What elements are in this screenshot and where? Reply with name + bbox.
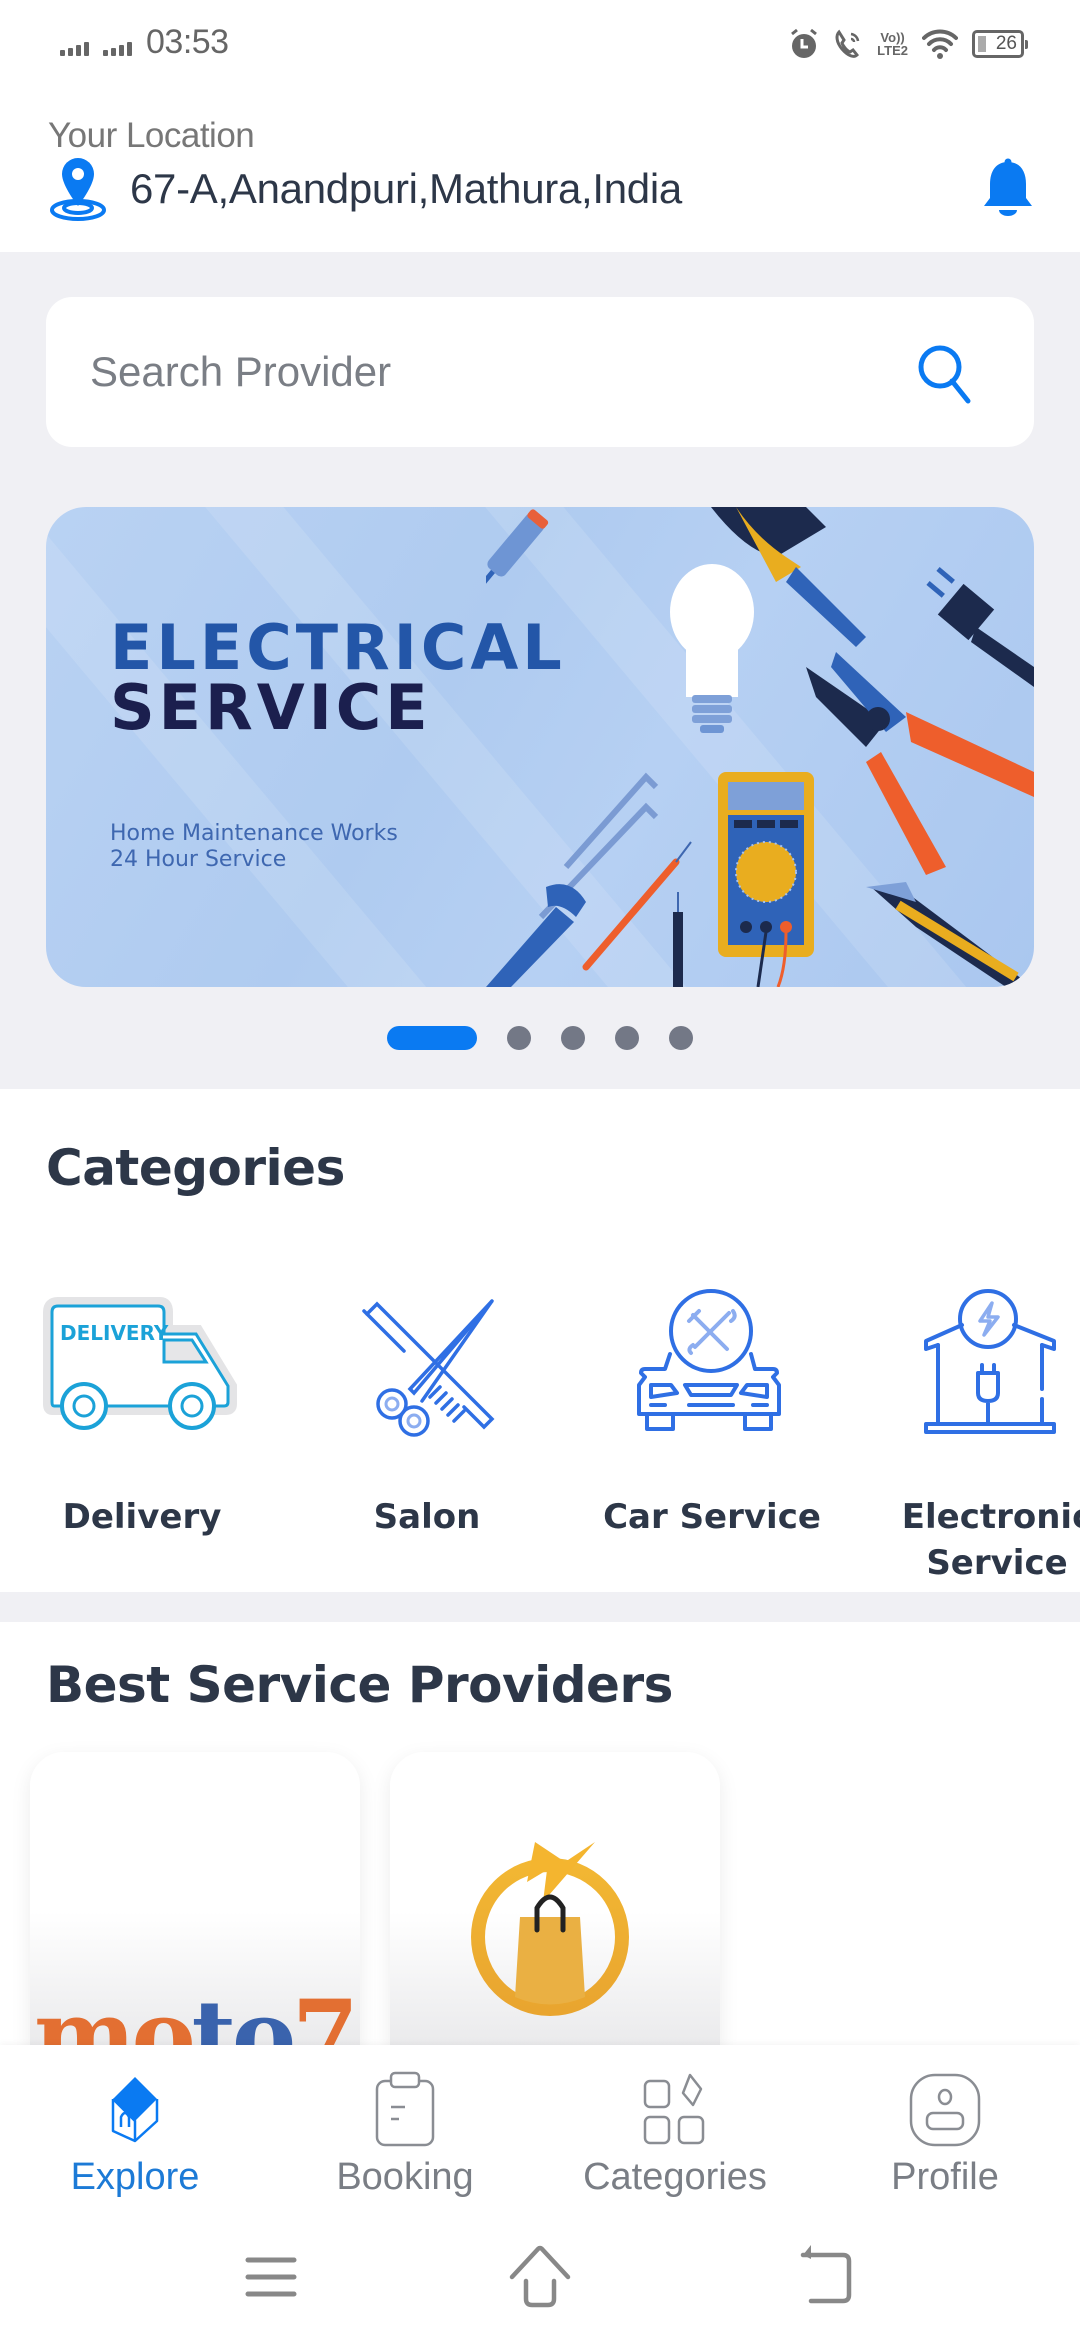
carousel-dot-5[interactable] xyxy=(669,1026,693,1050)
search-input[interactable] xyxy=(90,297,890,447)
clipboard-icon xyxy=(375,2071,435,2147)
nav-tab-profile[interactable]: Profile xyxy=(810,2069,1080,2199)
category-item-car-service[interactable]: Car Service xyxy=(592,1289,832,1540)
map-pin-icon xyxy=(50,158,106,221)
search-icon[interactable] xyxy=(912,341,978,407)
grid-icon xyxy=(643,2073,705,2145)
carousel-dot-2[interactable] xyxy=(507,1026,531,1050)
nav-label: Booking xyxy=(336,2156,474,2198)
categories-title: Categories xyxy=(46,1139,345,1197)
delivery-truck-icon: DELIVERY xyxy=(42,1289,242,1439)
scissors-comb-icon xyxy=(327,1289,527,1439)
category-item-salon[interactable]: Salon xyxy=(307,1289,547,1540)
profile-icon xyxy=(909,2073,981,2147)
car-service-icon xyxy=(612,1289,812,1439)
location-header: Your Location 67-A,Anandpuri,Mathura,Ind… xyxy=(0,90,1080,252)
nav-tab-booking[interactable]: Booking xyxy=(270,2069,540,2199)
search-bar xyxy=(46,297,1034,447)
volte-lte2-icon: Vo)) LTE2 xyxy=(877,31,908,57)
category-label: Car Service xyxy=(603,1497,821,1537)
banner-subtitle-line2: 24 Hour Service xyxy=(110,847,287,872)
banner-subtitle-line1: Home Maintenance Works xyxy=(110,821,398,846)
promo-banner[interactable]: ELECTRICAL SERVICE Home Maintenance Work… xyxy=(46,507,1034,987)
bell-icon[interactable] xyxy=(976,156,1040,222)
category-label-line1: Electronic xyxy=(901,1497,1080,1537)
delivery-icon-text: DELIVERY xyxy=(60,1321,169,1345)
alarm-icon xyxy=(791,28,818,58)
location-label: Your Location xyxy=(48,116,255,155)
location-value: 67-A,Anandpuri,Mathura,India xyxy=(130,165,682,212)
battery-level: 26 xyxy=(995,33,1017,54)
category-label: Delivery xyxy=(62,1497,222,1537)
nav-label: Profile xyxy=(891,2156,999,2198)
back-icon[interactable] xyxy=(775,2245,875,2325)
utility-knife-icon xyxy=(866,882,1026,987)
category-item-delivery[interactable]: DELIVERY Delivery xyxy=(22,1289,262,1540)
wrench-icon xyxy=(486,884,586,987)
house-electric-icon xyxy=(897,1289,1080,1439)
carousel-dot-3[interactable] xyxy=(561,1026,585,1050)
category-item-electronic-service[interactable]: Electronic Service xyxy=(877,1289,1080,1586)
wifi-calling-icon xyxy=(835,29,860,58)
multimeter-icon xyxy=(718,772,814,987)
lte2-label: LTE2 xyxy=(877,43,908,58)
nav-label: Categories xyxy=(583,2156,767,2198)
carousel-dot-4[interactable] xyxy=(615,1026,639,1050)
status-bar: 03:53 Vo)) LTE2 26 xyxy=(0,0,1080,90)
signal-sim2-icon xyxy=(103,40,132,62)
system-navigation-bar xyxy=(0,2245,1080,2340)
electrical-tools-illustration xyxy=(486,507,1034,987)
plug-icon xyxy=(926,567,1034,687)
screwdriver-icon xyxy=(486,509,549,643)
category-label: Salon xyxy=(373,1497,481,1537)
signal-sim1-icon xyxy=(60,40,89,62)
location-selector[interactable]: 67-A,Anandpuri,Mathura,India xyxy=(46,156,682,222)
carousel-dot-1[interactable] xyxy=(387,1026,477,1050)
banner-title-line2: SERVICE xyxy=(110,671,432,744)
best-providers-section: Best Service Providers moto7 ALL SERVICE… xyxy=(0,1622,1080,2152)
battery-icon: 26 xyxy=(972,30,1028,58)
nav-tab-explore[interactable]: Explore xyxy=(0,2069,270,2199)
category-label-line2: Service xyxy=(926,1543,1068,1583)
home-icon xyxy=(111,2077,159,2143)
categories-list[interactable]: DELIVERY Delivery Salon Car Service Elec… xyxy=(0,1289,1080,1589)
providers-title: Best Service Providers xyxy=(46,1656,673,1714)
electric-bag-logo-icon xyxy=(471,1842,629,2016)
nav-label: Explore xyxy=(70,2156,200,2198)
wire-stripper-icon xyxy=(806,652,1034,875)
status-time: 03:53 xyxy=(146,23,229,61)
home-icon[interactable] xyxy=(490,2245,590,2325)
wifi-icon xyxy=(922,29,958,59)
banner-subtitle: Home Maintenance Works 24 Hour Service xyxy=(110,821,398,873)
nav-tab-categories[interactable]: Categories xyxy=(540,2069,810,2199)
lightbulb-icon xyxy=(670,564,754,733)
category-label: Electronic Service xyxy=(877,1494,1080,1586)
carousel-indicator xyxy=(387,1026,693,1050)
categories-section: Categories DELIVERY Delivery Salon Car S… xyxy=(0,1089,1080,1592)
menu-icon[interactable] xyxy=(222,2245,322,2325)
